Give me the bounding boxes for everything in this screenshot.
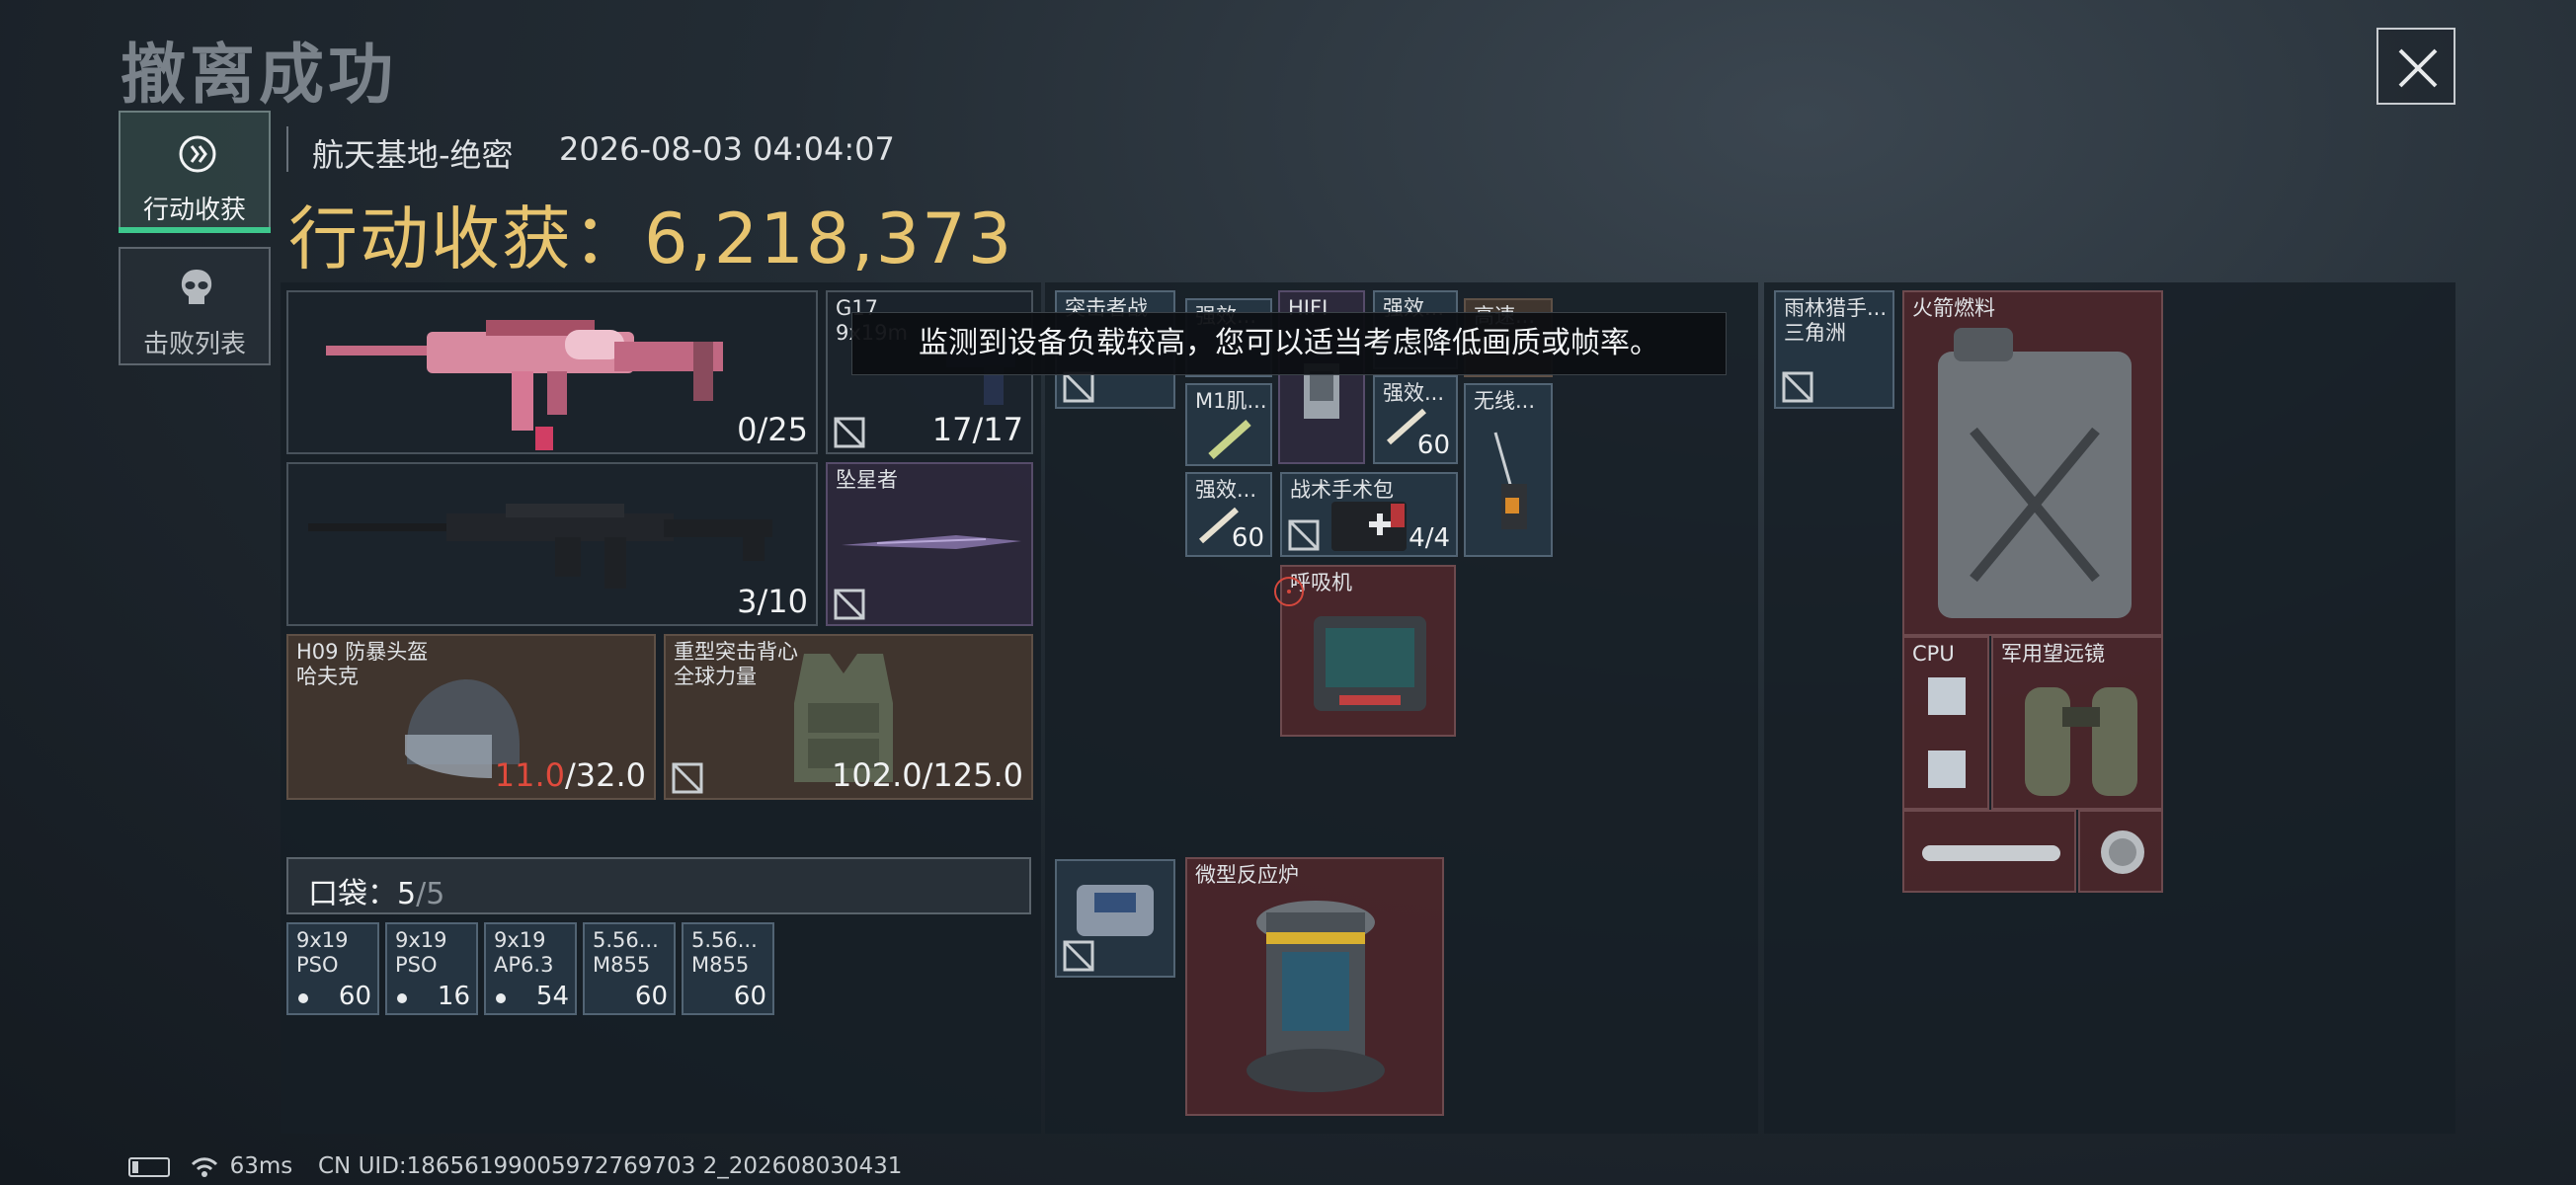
tube-item[interactable] — [1902, 810, 2076, 893]
secondary-ammo: 3/10 — [737, 583, 808, 620]
ping-value: 63ms — [229, 1153, 293, 1179]
binoculars-icon — [2025, 687, 2137, 796]
primary-weapon-slot[interactable]: 0/25 — [286, 290, 818, 454]
pocket-item[interactable]: 9x19 PSO 60 — [286, 922, 379, 1015]
blade-icon — [842, 535, 1021, 549]
smg-icon — [326, 320, 723, 450]
ammo-dot — [496, 993, 506, 1003]
pocket-capacity: 口袋：5/5 — [308, 877, 445, 911]
stim-item[interactable]: 强效... 60 — [1373, 375, 1458, 464]
pocket-item[interactable]: 5.56... M855 60 — [682, 922, 774, 1015]
tab-loot[interactable]: 行动收获 — [119, 111, 271, 233]
no-insure-icon — [834, 589, 865, 620]
page-title: 撤离成功 — [121, 37, 397, 113]
user-uid: CN UID:18656199005972769703 2_2026080304… — [318, 1153, 903, 1179]
haul-value: 6,218,373 — [644, 198, 1014, 279]
container-item[interactable] — [1055, 859, 1175, 978]
primary-ammo: 0/25 — [737, 411, 808, 448]
divider — [286, 126, 288, 172]
sidearm-ammo: 17/17 — [931, 411, 1023, 448]
reactor-item[interactable]: 微型反应炉 — [1185, 857, 1444, 1116]
tube-icon — [1922, 845, 2060, 861]
melee-name: 坠星者 — [836, 468, 898, 492]
armor-slot[interactable]: 重型突击背心 全球力量 102.0/125.0 — [664, 634, 1033, 800]
rainforest-item[interactable]: 雨林猎手... 三角洲 — [1774, 290, 1894, 409]
m1-item[interactable]: M1肌... — [1185, 383, 1272, 466]
cpu-item[interactable]: CPU — [1902, 636, 1989, 810]
no-insure-icon — [1063, 371, 1094, 403]
coin-item[interactable] — [2078, 810, 2163, 893]
drill-icon — [1493, 432, 1527, 529]
helmet-durability: 11.0/32.0 — [494, 756, 646, 794]
active-tab-indicator — [119, 227, 271, 233]
wireless-item[interactable]: 无线... — [1464, 383, 1553, 557]
rocket-fuel-item[interactable]: 火箭燃料 — [1902, 290, 2163, 636]
stim-item[interactable]: 强效... 60 — [1185, 472, 1272, 557]
case-icon — [1077, 885, 1154, 936]
surgical-kit-item[interactable]: 战术手术包 4/4 — [1280, 472, 1458, 557]
jerrycan-icon — [1938, 328, 2132, 618]
wifi-icon — [192, 1156, 218, 1177]
armor-durability: 102.0/125.0 — [832, 756, 1023, 794]
ammo-dot — [397, 993, 407, 1003]
performance-toast: 监测到设备负载较高，您可以适当考虑降低画质或帧率。 — [851, 312, 1727, 375]
map-name: 航天基地-绝密 — [312, 136, 514, 174]
no-insure-icon — [1288, 519, 1320, 551]
close-icon — [2398, 48, 2438, 88]
tab-kill-list-label: 击败列表 — [142, 330, 246, 359]
pocket-item[interactable]: 9x19 AP6.3 54 — [484, 922, 577, 1015]
medkit-icon — [1331, 502, 1407, 551]
loot-icon — [179, 135, 216, 173]
reactor-icon — [1247, 901, 1385, 1092]
no-insure-icon — [1063, 940, 1094, 972]
ammo-dot — [298, 993, 308, 1003]
no-insure-icon — [834, 417, 865, 448]
crosshair-icon — [1274, 577, 1304, 606]
status-bar: 63ms — [128, 1153, 292, 1179]
pocket-item[interactable]: 5.56... M855 60 — [583, 922, 676, 1015]
skull-icon — [181, 270, 212, 304]
no-insure-icon — [1782, 371, 1813, 403]
pocket-header: 口袋：5/5 — [286, 857, 1031, 914]
haul-label: 行动收获： — [288, 198, 644, 279]
pocket-item[interactable]: 9x19 PSO 16 — [385, 922, 478, 1015]
syringe-icon — [1208, 420, 1251, 459]
secondary-weapon-slot[interactable]: 3/10 — [286, 462, 818, 626]
chip-icon — [1928, 677, 1966, 788]
rifle-icon — [308, 504, 772, 589]
haul-total: 行动收获：6,218,373 — [288, 184, 1013, 283]
helmet-slot[interactable]: H09 防暴头盔 哈夫克 11.0/32.0 — [286, 634, 656, 800]
tab-loot-label: 行动收获 — [142, 196, 246, 225]
close-button[interactable] — [2376, 28, 2455, 105]
tab-kill-list[interactable]: 击败列表 — [119, 247, 271, 365]
battery-icon — [128, 1156, 170, 1177]
ventilator-icon — [1314, 616, 1426, 711]
melee-slot[interactable]: 坠星者 — [826, 462, 1033, 626]
armor-name: 重型突击背心 全球力量 — [674, 640, 798, 688]
binoculars-item[interactable]: 军用望远镜 — [1991, 636, 2163, 810]
ventilator-item[interactable]: 呼吸机 — [1280, 565, 1456, 737]
timestamp: 2026-08-03 04:04:07 — [559, 130, 895, 168]
no-insure-icon — [672, 762, 703, 794]
disc-icon — [2101, 830, 2144, 874]
